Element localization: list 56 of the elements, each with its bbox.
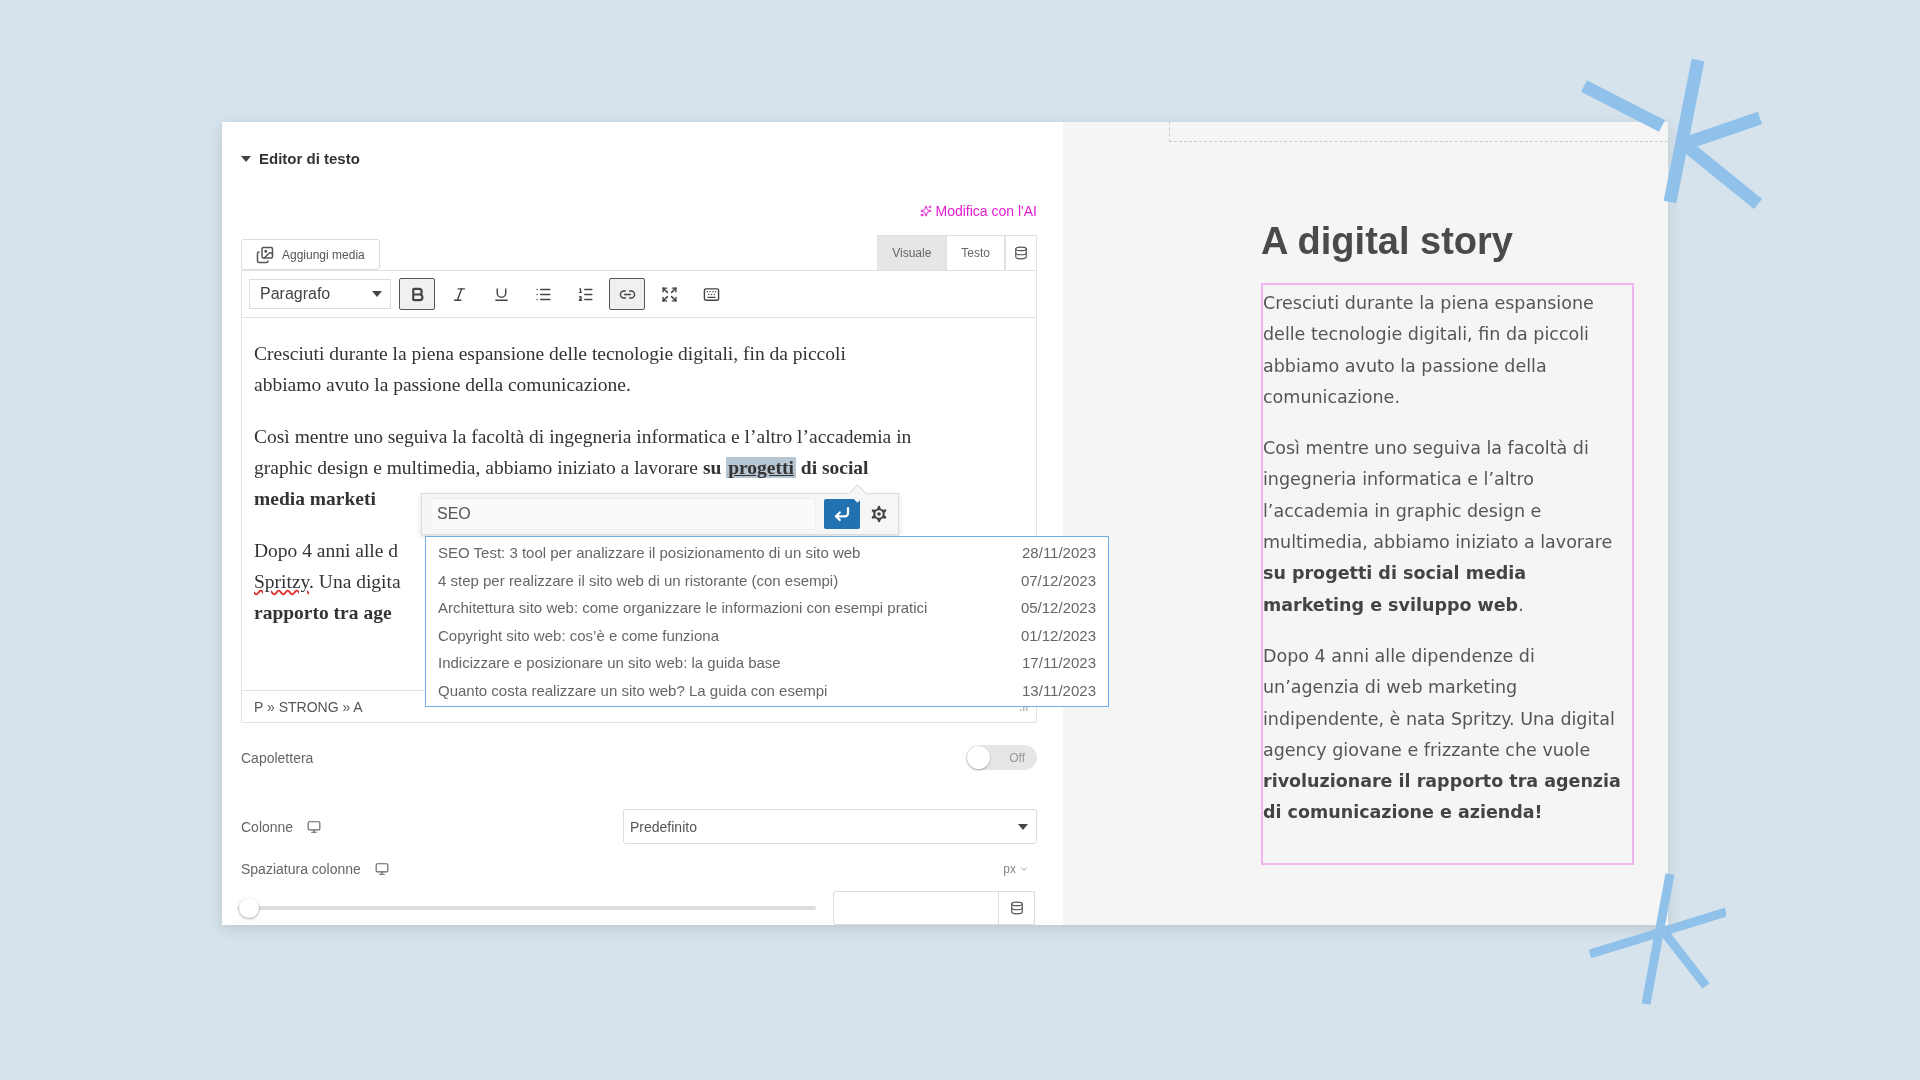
preview-paragraph: Cresciuti durante la piena espansione delle tecnologie digitali, fin da piccoli abbiamo avuto la passione della comunicazione. [1263,292,1595,409]
underline-icon [492,285,510,303]
section-title[interactable]: Editor di testo [259,150,360,167]
apply-link-button[interactable] [824,499,860,529]
column-gap-label: Spaziatura colonne [241,861,361,877]
editor-text-line: abbiamo avuto la passione della comunicazione. [254,373,631,397]
database-icon [1014,246,1028,260]
preview-paragraph: Dopo 4 anni alle dipendenze di un’agenzia di web marketing indipendente, è nata Spritzy. Una digital agency giovane e frizzante che vuole rivoluzionare il rapporto tra agenzia di comunicazione e azienda! [1263,644,1622,825]
add-media-button[interactable]: Aggiungi media [241,239,380,270]
dynamic-tags-button[interactable] [999,891,1035,925]
editor-text-line: Così mentre uno seguiva la facoltà di ingegneria informatica e l’altro l’accademia in [254,425,912,449]
text-link[interactable]: progetti [726,457,796,478]
editor-text-line: Cresciuti durante la piena espansione delle tecnologie digitali, fin da piccoli [254,342,846,366]
editor-text-line: rapporto tra age [254,601,392,625]
slider-thumb[interactable] [239,898,259,918]
preview-heading: A digital story [1261,220,1514,263]
link-result-item[interactable]: Quanto costa realizzare un sito web? La guida con esempi 13/11/2023 [426,676,1108,704]
sparkle-icon [919,205,932,217]
format-select[interactable]: Paragrafo [249,279,391,309]
keyboard-icon [702,285,720,303]
link-result-item[interactable]: Architettura sito web: come organizzare le informazioni con esempi pratici 05/12/2023 [426,594,1108,622]
editor-tab[interactable]: Testo [946,235,1005,270]
link-result-item[interactable]: Indicizzare e posizionare un sito web: la guida base 17/11/2023 [426,649,1108,677]
slider-track[interactable] [238,897,816,919]
dynamic-tags-button[interactable] [1005,235,1037,270]
settings-icon[interactable] [868,503,890,525]
editor-text-line: Spritzy. Una digita [254,570,401,594]
link-button[interactable] [609,278,645,310]
link-result-item[interactable]: 4 step per realizzare il sito web di un ristorante (con esempi) 07/12/2023 [426,566,1108,594]
link-result-item[interactable]: Copyright sito web: cos’è e come funziona 01/12/2023 [426,621,1108,649]
unit-select[interactable]: px [1003,862,1029,876]
editor-text-line: Dopo 4 anni alle d [254,539,399,563]
caret-icon [241,155,251,162]
columns-select[interactable]: Predefinito [623,809,1037,844]
caret-icon [1018,823,1028,830]
database-icon [1009,901,1024,915]
desktop-icon[interactable] [307,819,322,834]
editor-text-line: media marketi [254,487,376,511]
link-result-item[interactable]: SEO Test: 3 tool per analizzare il posizionamento di un sito web 28/11/2023 [426,539,1108,567]
desktop-icon[interactable] [374,862,389,876]
drop-cap-label: Capolettera [241,749,314,766]
fullscreen-icon [660,285,678,303]
link-search-field[interactable]: SEO [430,498,816,530]
preview-paragraph: Così mentre uno seguiva la facoltà di ingegneria informatica e l’altro l’accademia in graphic design e multimedia, abbiamo iniziato a lavorare su progetti di social media marketing e sviluppo web. [1263,437,1614,617]
number-field[interactable] [833,891,999,925]
media-icon [256,245,274,264]
bold-button[interactable] [399,278,435,310]
caret-icon [372,291,382,297]
editor-text-line: graphic design e multimedia, abbiamo iniziato a lavorare su progetti di social [254,456,869,480]
chevron-down-icon [1019,864,1029,874]
enter-icon [833,505,851,523]
columns-label: Colonne [241,818,294,835]
numbered-list-icon [576,285,594,303]
ai-edit-link[interactable]: Modifica con l'AI [919,203,1037,219]
element-path: P » STRONG » A [254,698,363,715]
editor-tab[interactable]: Visuale [877,235,947,270]
